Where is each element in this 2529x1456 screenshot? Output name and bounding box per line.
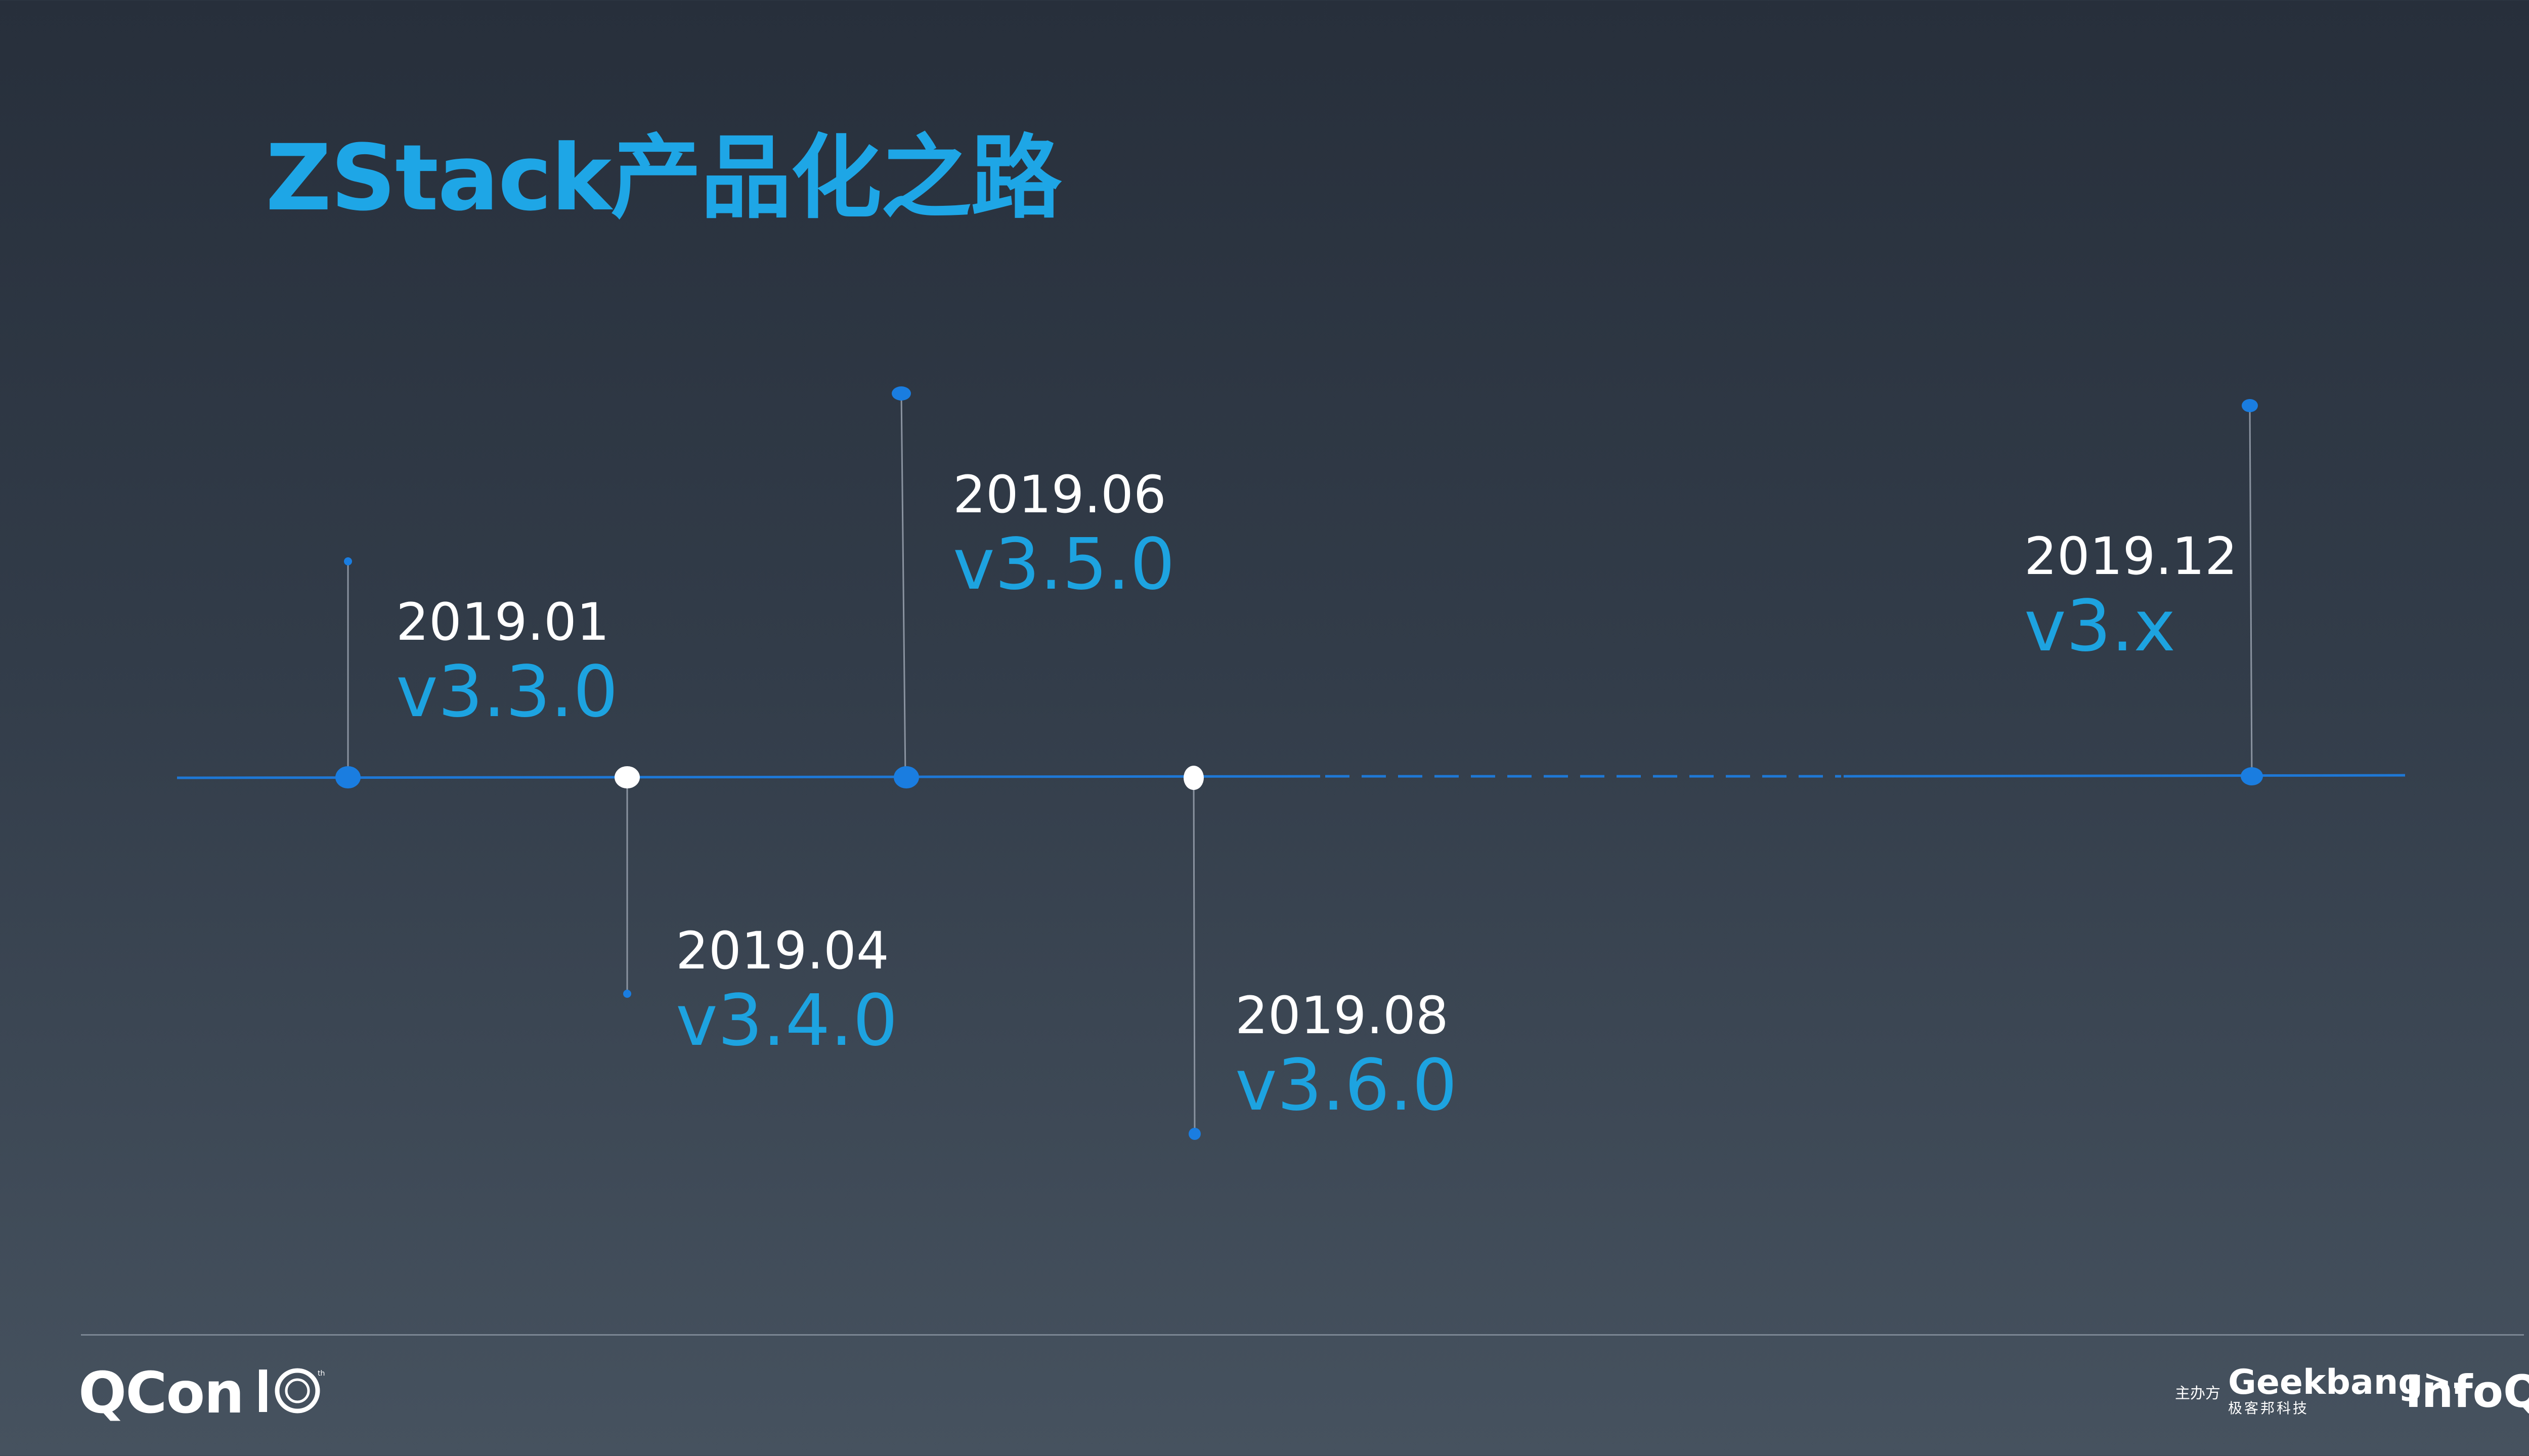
connector-v350 — [900, 393, 906, 777]
milestone-date: 2019.12 — [2024, 526, 2238, 587]
milestone-v3x: 2019.12 v3.x — [2024, 526, 2238, 666]
organizer-label: 主办方 — [2175, 1385, 2220, 1402]
connector-v360 — [1193, 777, 1196, 1133]
axis-dot-v330 — [335, 766, 361, 788]
milestone-version: v3.5.0 — [953, 523, 1175, 606]
ten-years-icon: th — [259, 1368, 325, 1414]
timeline-axis-solid-end — [1843, 774, 2406, 778]
axis-dot-v340 — [615, 766, 640, 788]
axis-dot-v3x — [2241, 767, 2263, 785]
milestone-date: 2019.08 — [1235, 986, 1449, 1046]
milestone-date: 2019.01 — [396, 592, 609, 652]
milestone-date: 2019.06 — [953, 465, 1166, 525]
svg-text:th: th — [318, 1370, 325, 1378]
milestone-v360: 2019.08 v3.6.0 — [1235, 985, 1457, 1125]
footer-divider — [81, 1334, 2524, 1336]
end-dot-v340 — [623, 990, 631, 998]
milestone-version: v3.6.0 — [1235, 1044, 1458, 1127]
milestone-date: 2019.04 — [676, 921, 889, 981]
timeline — [177, 386, 2406, 1140]
milestone-version: v3.3.0 — [396, 651, 619, 734]
milestone-v350: 2019.06 v3.5.0 — [953, 464, 1175, 604]
milestone-version: v3.x — [2024, 585, 2176, 668]
axis-dot-v350 — [894, 766, 919, 788]
connector-v3x — [2249, 405, 2253, 776]
axis-dot-v360 — [1184, 766, 1204, 790]
milestone-version: v3.4.0 — [676, 980, 898, 1063]
milestone-v340: 2019.04 v3.4.0 — [676, 920, 898, 1060]
milestone-v330: 2019.01 v3.3.0 — [396, 592, 618, 731]
end-dot-v350 — [892, 386, 911, 401]
end-dot-v330 — [344, 557, 352, 565]
qcon-logo: QCon — [78, 1360, 244, 1426]
end-dot-v3x — [2242, 399, 2258, 412]
end-dot-v360 — [1189, 1128, 1201, 1140]
infoq-logo: InfoQ — [2405, 1365, 2529, 1418]
